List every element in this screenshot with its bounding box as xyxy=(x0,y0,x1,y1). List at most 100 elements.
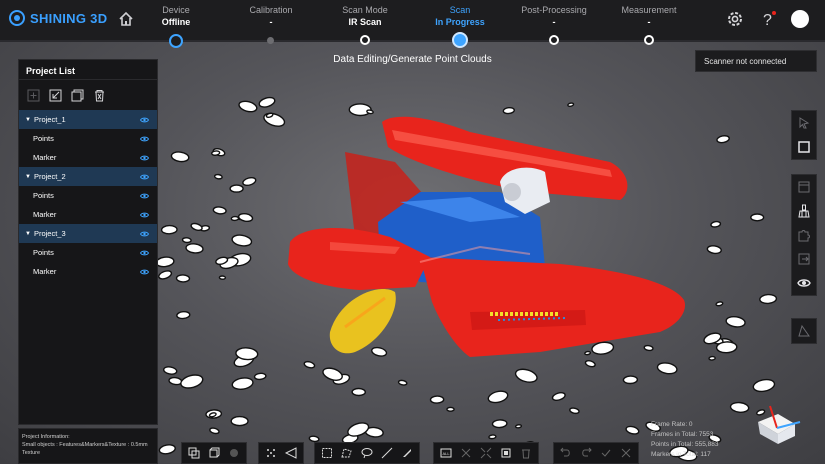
reference-marker xyxy=(371,346,388,357)
reference-marker xyxy=(180,374,204,389)
measure-button[interactable] xyxy=(792,319,816,343)
step-node-post-processing[interactable] xyxy=(549,35,559,45)
invert-icon xyxy=(480,447,492,459)
deselect-button[interactable] xyxy=(457,444,475,462)
project-info-heading: Project Information: xyxy=(22,434,70,440)
reference-marker xyxy=(591,341,615,355)
eye-icon[interactable] xyxy=(140,231,149,237)
trash-icon xyxy=(522,449,530,459)
reference-marker xyxy=(487,390,509,404)
select-tool-button[interactable] xyxy=(792,111,816,135)
project-row[interactable]: ▼ Project_2 xyxy=(19,167,157,186)
cancel-button[interactable] xyxy=(617,444,635,462)
reference-marker xyxy=(584,350,592,356)
reference-marker xyxy=(514,368,538,383)
undo-button[interactable] xyxy=(557,444,575,462)
eye-icon[interactable] xyxy=(140,269,149,275)
eye-icon[interactable] xyxy=(140,117,149,123)
scanner-status: Scanner not connected xyxy=(695,50,817,72)
reference-marker xyxy=(725,315,746,328)
layers-icon xyxy=(188,447,200,459)
select-through-button[interactable] xyxy=(282,444,300,462)
reference-marker xyxy=(708,355,716,361)
connected-icon xyxy=(501,448,511,458)
select-all-button[interactable]: ALL xyxy=(437,444,455,462)
step-value: - xyxy=(552,17,556,27)
project-row[interactable]: ▼ Project_1 xyxy=(19,110,157,129)
polygon-select-button[interactable] xyxy=(338,444,356,462)
step-post-processing[interactable]: Post-Processing - xyxy=(499,5,609,27)
layer-row[interactable]: Points xyxy=(19,243,157,262)
reference-marker xyxy=(716,135,730,144)
redo-button[interactable] xyxy=(577,444,595,462)
visibility-button[interactable] xyxy=(792,271,816,295)
layer-name: Marker xyxy=(33,153,57,162)
bottom-toolbar-history xyxy=(553,442,639,464)
puzzle-button[interactable] xyxy=(792,223,816,247)
step-measurement[interactable]: Measurement - xyxy=(594,5,704,27)
eye-icon[interactable] xyxy=(140,212,149,218)
copy-icon[interactable] xyxy=(71,89,84,102)
view-shade-button[interactable] xyxy=(225,444,243,462)
brush-icon xyxy=(798,204,810,218)
layer-name: Points xyxy=(33,248,54,257)
eye-icon[interactable] xyxy=(140,155,149,161)
brush-icon xyxy=(403,449,411,457)
svg-text:ALL: ALL xyxy=(443,451,451,456)
step-node-measurement[interactable] xyxy=(644,35,654,45)
delete-button[interactable] xyxy=(517,444,535,462)
line-select-button[interactable] xyxy=(378,444,396,462)
view-cube-button[interactable] xyxy=(205,444,223,462)
progress-track xyxy=(0,40,825,42)
connected-button[interactable] xyxy=(497,444,515,462)
export-button[interactable] xyxy=(792,247,816,271)
reference-marker xyxy=(752,378,776,393)
project-row[interactable]: ▼ Project_3 xyxy=(19,224,157,243)
reference-marker xyxy=(488,434,497,440)
redo-icon xyxy=(582,447,592,457)
step-label: Measurement xyxy=(621,5,677,15)
step-device[interactable]: Device Offline xyxy=(121,5,231,27)
reference-marker xyxy=(759,293,778,305)
layer-row[interactable]: Points xyxy=(19,129,157,148)
panel-toggle-button[interactable] xyxy=(792,175,816,199)
eye-icon[interactable] xyxy=(140,136,149,142)
step-node-calibration[interactable] xyxy=(267,37,274,44)
eye-icon[interactable] xyxy=(140,193,149,199)
square-icon xyxy=(798,141,810,153)
invert-button[interactable] xyxy=(477,444,495,462)
select-points-button[interactable] xyxy=(262,444,280,462)
step-node-scan[interactable] xyxy=(452,32,468,48)
layer-row[interactable]: Marker xyxy=(19,262,157,281)
reference-marker xyxy=(155,256,175,268)
step-node-device[interactable] xyxy=(169,34,183,48)
layer-row[interactable]: Points xyxy=(19,186,157,205)
bottom-toolbar-select xyxy=(258,442,304,464)
add-icon[interactable] xyxy=(27,89,40,102)
box-tool-button[interactable] xyxy=(792,135,816,159)
import-icon[interactable] xyxy=(49,89,62,102)
help-icon[interactable]: ? xyxy=(758,9,778,29)
view-front-button[interactable] xyxy=(185,444,203,462)
reference-marker xyxy=(231,377,254,390)
step-label: Device xyxy=(162,5,190,15)
avatar[interactable] xyxy=(791,10,809,28)
layer-row[interactable]: Marker xyxy=(19,205,157,224)
rect-select-button[interactable] xyxy=(318,444,336,462)
apply-button[interactable] xyxy=(597,444,615,462)
eye-icon[interactable] xyxy=(140,250,149,256)
reference-marker xyxy=(158,444,176,455)
eye-icon[interactable] xyxy=(140,174,149,180)
layer-row[interactable]: Marker xyxy=(19,148,157,167)
step-scan-mode[interactable]: Scan Mode IR Scan xyxy=(310,5,420,27)
trash-icon[interactable] xyxy=(93,89,106,102)
gear-icon[interactable] xyxy=(725,9,745,29)
reference-marker xyxy=(567,102,575,108)
clean-button[interactable] xyxy=(792,199,816,223)
lasso-select-button[interactable] xyxy=(358,444,376,462)
layer-name: Marker xyxy=(33,210,57,219)
reference-marker xyxy=(322,367,343,381)
step-node-scan-mode[interactable] xyxy=(360,35,370,45)
brush-select-button[interactable] xyxy=(398,444,416,462)
reference-marker xyxy=(231,234,253,247)
